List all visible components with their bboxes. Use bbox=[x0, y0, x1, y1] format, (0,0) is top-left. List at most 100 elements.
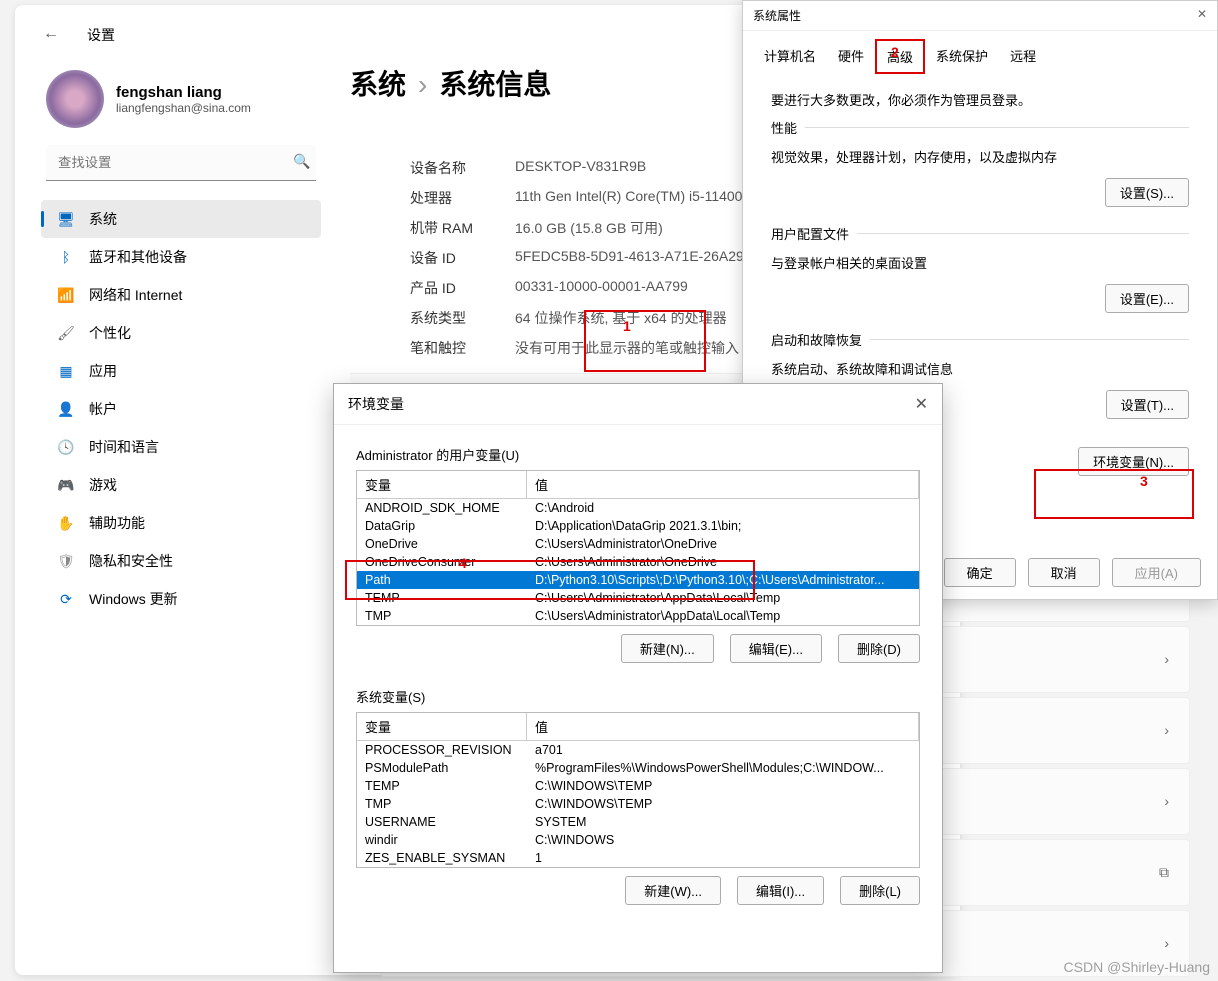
spec-label-device: 设备名称 bbox=[410, 158, 515, 178]
nav-icon: 🕓 bbox=[57, 438, 75, 456]
userprof-settings-button[interactable]: 设置(E)... bbox=[1105, 284, 1189, 313]
sidebar-item-9[interactable]: 🛡 隐私和安全性 bbox=[41, 542, 321, 580]
table-row[interactable]: windirC:\WINDOWS bbox=[357, 831, 919, 849]
sys-vars-buttons: 新建(W)... 编辑(I)... 删除(L) bbox=[356, 876, 920, 905]
perf-settings-button[interactable]: 设置(S)... bbox=[1105, 178, 1189, 207]
sidebar-item-label: 时间和语言 bbox=[89, 437, 159, 457]
table-row[interactable]: TMPC:\WINDOWS\TEMP bbox=[357, 795, 919, 813]
sidebar-item-5[interactable]: 👤帐户 bbox=[41, 390, 321, 428]
user-edit-button[interactable]: 编辑(E)... bbox=[730, 634, 822, 663]
spec-label-cpu: 处理器 bbox=[410, 188, 515, 208]
cell-var: TEMP bbox=[357, 589, 527, 607]
table-row[interactable]: TEMPC:\WINDOWS\TEMP bbox=[357, 777, 919, 795]
hdr-variable[interactable]: 变量 bbox=[357, 713, 527, 740]
sidebar-item-label: Windows 更新 bbox=[89, 589, 178, 609]
cell-var: ANDROID_SDK_HOME bbox=[357, 499, 527, 517]
close-icon[interactable]: ✕ bbox=[1197, 7, 1207, 24]
close-icon[interactable]: ✕ bbox=[915, 394, 928, 414]
breadcrumb-sep: › bbox=[406, 69, 439, 100]
sidebar-item-label: 系统 bbox=[89, 209, 117, 229]
table-row[interactable]: OneDriveConsumerC:\Users\Administrator\O… bbox=[357, 553, 919, 571]
table-row[interactable]: TEMPC:\Users\Administrator\AppData\Local… bbox=[357, 589, 919, 607]
table-row[interactable]: OneDriveC:\Users\Administrator\OneDrive bbox=[357, 535, 919, 553]
spec-value-devid: 5FEDC5B8-5D91-4613-A71E-26A298AC bbox=[515, 248, 771, 268]
cell-val: C:\WINDOWS\TEMP bbox=[527, 777, 919, 795]
cancel-button[interactable]: 取消 bbox=[1028, 558, 1100, 587]
annotation-label-4: 4 bbox=[459, 555, 467, 571]
table-row[interactable]: PSModulePath%ProgramFiles%\WindowsPowerS… bbox=[357, 759, 919, 777]
sidebar-item-7[interactable]: 🎮游戏 bbox=[41, 466, 321, 504]
sidebar-item-4[interactable]: ▦应用 bbox=[41, 352, 321, 390]
user-new-button[interactable]: 新建(N)... bbox=[621, 634, 714, 663]
table-row[interactable]: USERNAMESYSTEM bbox=[357, 813, 919, 831]
nav-icon: ✋ bbox=[57, 514, 75, 532]
sidebar-item-6[interactable]: 🕓 时间和语言 bbox=[41, 428, 321, 466]
user-vars-label: Administrator 的用户变量(U) bbox=[356, 445, 920, 464]
table-row[interactable]: TMPC:\Users\Administrator\AppData\Local\… bbox=[357, 607, 919, 625]
breadcrumb-root[interactable]: 系统 bbox=[350, 69, 406, 100]
search-input[interactable] bbox=[46, 145, 316, 181]
nav-icon: ᛒ bbox=[57, 248, 75, 266]
table-row[interactable]: ZES_ENABLE_SYSMAN1 bbox=[357, 849, 919, 867]
spec-value-prodid: 00331-10000-00001-AA799 bbox=[515, 278, 688, 298]
spec-label-pen: 笔和触控 bbox=[410, 338, 515, 358]
cell-val: %ProgramFiles%\WindowsPowerShell\Modules… bbox=[527, 759, 919, 777]
table-header: 变量 值 bbox=[357, 471, 919, 499]
spec-value-device: DESKTOP-V831R9B bbox=[515, 158, 646, 178]
cell-var: DataGrip bbox=[357, 517, 527, 535]
sys-delete-button[interactable]: 删除(L) bbox=[840, 876, 920, 905]
tab-computer-name[interactable]: 计算机名 bbox=[753, 39, 827, 74]
spec-value-pen: 没有可用于此显示器的笔或触控输入 bbox=[515, 338, 739, 358]
envdlg-titlebar: 环境变量 ✕ bbox=[334, 384, 942, 425]
sys-edit-button[interactable]: 编辑(I)... bbox=[737, 876, 824, 905]
nav-icon: 🖥 bbox=[57, 210, 75, 228]
tab-remote[interactable]: 远程 bbox=[999, 39, 1047, 74]
startup-title: 启动和故障恢复 bbox=[771, 330, 870, 349]
sidebar-item-10[interactable]: ⟳ Windows 更新 bbox=[41, 580, 321, 618]
table-row[interactable]: ANDROID_SDK_HOMEC:\Android bbox=[357, 499, 919, 517]
cell-var: OneDrive bbox=[357, 535, 527, 553]
spec-label-systype: 系统类型 bbox=[410, 308, 515, 328]
nav-icon: ⟳ bbox=[57, 590, 75, 608]
profile-name: fengshan liang bbox=[116, 84, 251, 101]
sidebar-item-label: 个性化 bbox=[89, 323, 131, 343]
spec-label-ram: 机带 RAM bbox=[410, 218, 515, 238]
profile-block[interactable]: fengshan liang liangfengshan@sina.com bbox=[46, 70, 251, 128]
cell-var: windir bbox=[357, 831, 527, 849]
cell-val: C:\WINDOWS\TEMP bbox=[527, 795, 919, 813]
sidebar-item-label: 隐私和安全性 bbox=[89, 551, 173, 571]
cell-val: SYSTEM bbox=[527, 813, 919, 831]
table-row[interactable]: DataGripD:\Application\DataGrip 2021.3.1… bbox=[357, 517, 919, 535]
chevron-right-icon: › bbox=[1164, 793, 1169, 809]
sidebar-item-1[interactable]: ᛒ蓝牙和其他设备 bbox=[41, 238, 321, 276]
tab-advanced[interactable]: 高级 bbox=[875, 39, 925, 74]
env-vars-button[interactable]: 环境变量(N)... bbox=[1078, 447, 1189, 476]
user-vars-table[interactable]: 变量 值 ANDROID_SDK_HOMEC:\AndroidDataGripD… bbox=[356, 470, 920, 626]
hdr-value[interactable]: 值 bbox=[527, 713, 919, 740]
user-delete-button[interactable]: 删除(D) bbox=[838, 634, 920, 663]
apply-button[interactable]: 应用(A) bbox=[1112, 558, 1201, 587]
tab-hardware[interactable]: 硬件 bbox=[827, 39, 875, 74]
sidebar-item-2[interactable]: 📶网络和 Internet bbox=[41, 276, 321, 314]
startup-settings-button[interactable]: 设置(T)... bbox=[1106, 390, 1189, 419]
sidebar-item-8[interactable]: ✋ 辅助功能 bbox=[41, 504, 321, 542]
table-row[interactable]: PROCESSOR_REVISIONa701 bbox=[357, 741, 919, 759]
tab-system-protection[interactable]: 系统保护 bbox=[925, 39, 999, 74]
sidebar-item-label: 辅助功能 bbox=[89, 513, 145, 533]
avatar bbox=[46, 70, 104, 128]
perf-title: 性能 bbox=[771, 118, 805, 137]
sidebar-item-0[interactable]: 🖥 系统 bbox=[41, 200, 321, 238]
nav-icon: 🛡 bbox=[57, 552, 75, 570]
back-button[interactable]: ← bbox=[43, 25, 59, 43]
sys-new-button[interactable]: 新建(W)... bbox=[625, 876, 721, 905]
table-row[interactable]: PathD:\Python3.10\Scripts\;D:\Python3.10… bbox=[357, 571, 919, 589]
sidebar-item-3[interactable]: 🖌个性化 bbox=[41, 314, 321, 352]
hdr-variable[interactable]: 变量 bbox=[357, 471, 527, 498]
cell-val: C:\Users\Administrator\AppData\Local\Tem… bbox=[527, 607, 919, 625]
sys-vars-table[interactable]: 变量 值 PROCESSOR_REVISIONa701PSModulePath%… bbox=[356, 712, 920, 868]
spec-value-systype: 64 位操作系统, 基于 x64 的处理器 bbox=[515, 308, 727, 328]
hdr-value[interactable]: 值 bbox=[527, 471, 919, 498]
settings-title: 设置 bbox=[87, 25, 115, 45]
envdlg-body: Administrator 的用户变量(U) 变量 值 ANDROID_SDK_… bbox=[334, 425, 942, 939]
ok-button[interactable]: 确定 bbox=[944, 558, 1016, 587]
